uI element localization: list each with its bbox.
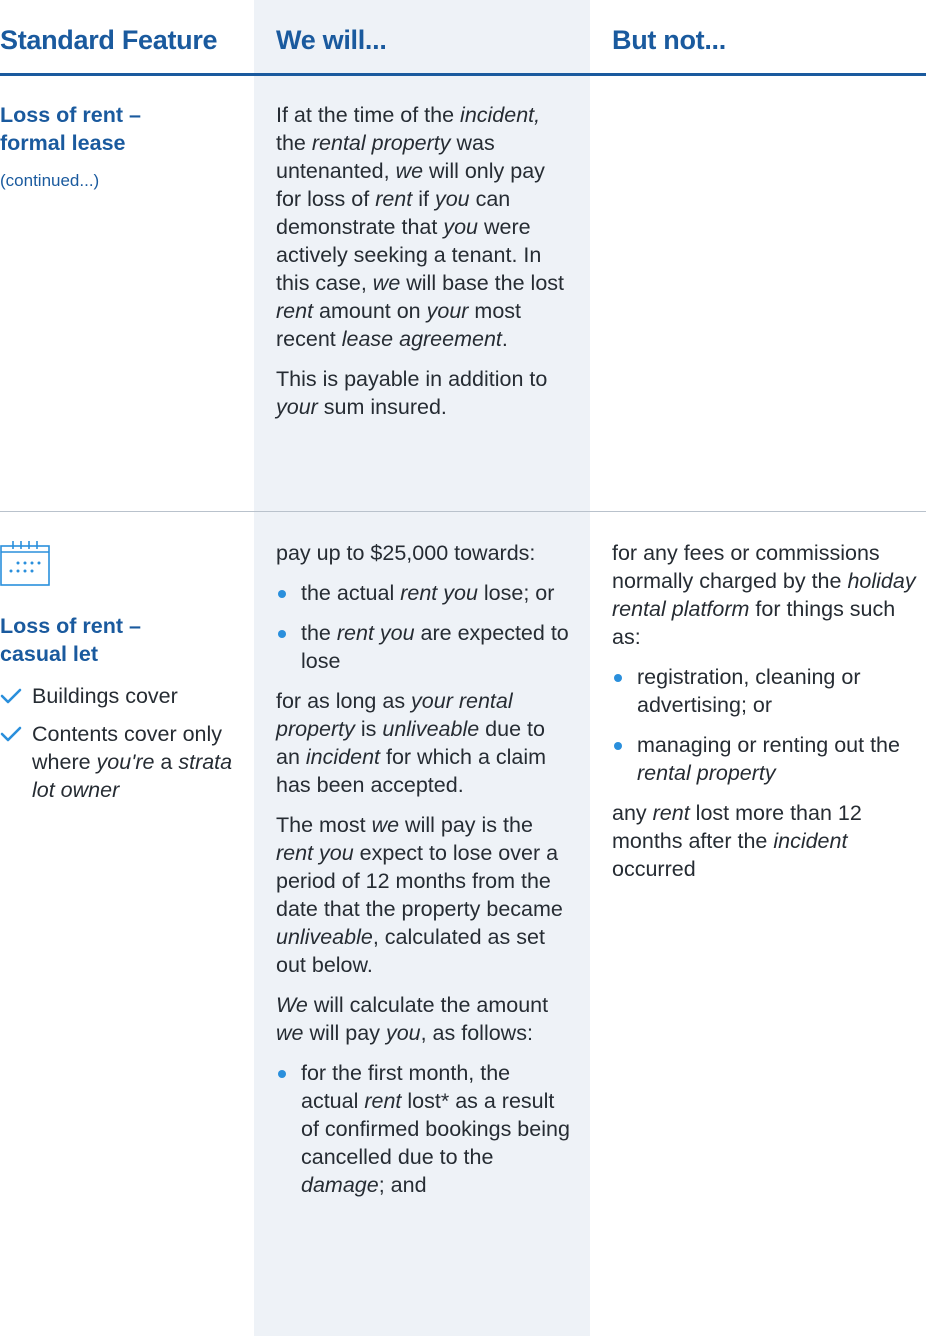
table-row-casual-let: Loss of rent – casual let Buildings cove… (0, 512, 926, 1211)
calculation-list: for the first month, the actual rent los… (276, 1059, 572, 1199)
but-not-cell (590, 76, 926, 511)
we-will-cell: pay up to $25,000 towards: the actual re… (254, 512, 590, 1211)
untenanted-paragraph: If at the time of the incident, the rent… (276, 103, 564, 351)
fees-list: registration, cleaning or advertising; o… (612, 663, 918, 787)
but-not-cell: for any fees or commissions normally cha… (590, 512, 926, 1211)
calculation-paragraph: We will calculate the amount we will pay… (276, 993, 549, 1045)
unliveable-paragraph: for as long as your rental property is u… (276, 689, 547, 797)
feature-cell: Loss of rent – casual let Buildings cove… (0, 512, 254, 1211)
feature-title: Loss of rent – casual let (0, 614, 141, 666)
continued-note: (continued...) (0, 171, 100, 190)
list-item: registration, cleaning or advertising; o… (612, 663, 918, 719)
header-but-not: But not... (612, 25, 726, 55)
we-will-cell: If at the time of the incident, the rent… (254, 76, 590, 511)
header-we-will: We will... (276, 25, 387, 55)
cover-buildings: Buildings cover (0, 682, 240, 710)
checkmark-icon (0, 688, 22, 704)
pay-towards-list: the actual rent you lose; or the rent yo… (276, 579, 572, 675)
checkmark-icon (0, 726, 22, 742)
rent-lost-paragraph: any rent lost more than 12 months after … (612, 801, 862, 881)
list-item: the actual rent you lose; or (276, 579, 572, 607)
fees-paragraph: for any fees or commissions normally cha… (612, 541, 916, 649)
list-item: managing or renting out the rental prope… (612, 731, 918, 787)
calendar-icon (0, 541, 50, 586)
list-item: for the first month, the actual rent los… (276, 1059, 572, 1199)
cover-contents: Contents cover only where you're a strat… (0, 720, 240, 804)
list-item: the rent you are expected to lose (276, 619, 572, 675)
additional-payable-paragraph: This is payable in addition to your sum … (276, 367, 548, 419)
maximum-payment-paragraph: The most we will pay is the rent you exp… (276, 813, 563, 977)
feature-title: Loss of rent – formal lease (0, 103, 141, 155)
feature-cell: Loss of rent – formal lease (continued..… (0, 76, 254, 511)
coverage-table: Standard Feature We will... But not... L… (0, 0, 926, 1211)
table-header: Standard Feature We will... But not... (0, 0, 926, 76)
table-row-formal-lease: Loss of rent – formal lease (continued..… (0, 76, 926, 512)
header-standard-feature: Standard Feature (0, 25, 218, 55)
pay-up-to-paragraph: pay up to $25,000 towards: (276, 541, 536, 565)
